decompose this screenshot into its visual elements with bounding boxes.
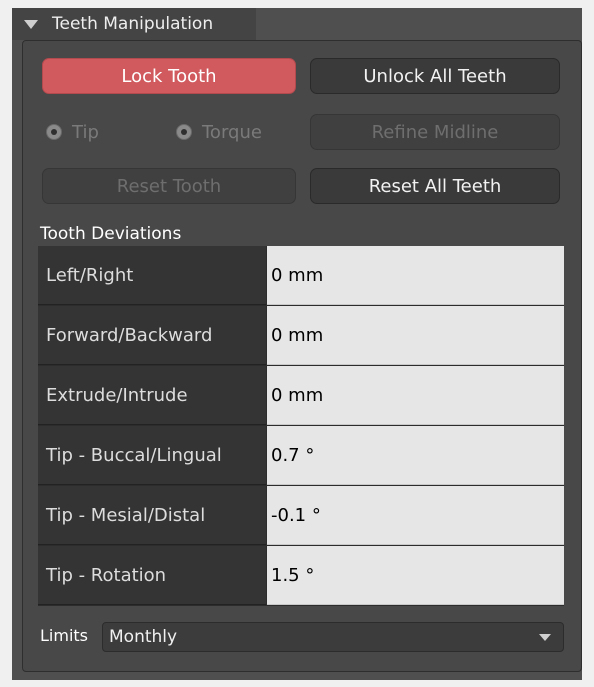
row-value-field[interactable]: 0 mm [267,306,564,365]
row-label: Tip - Rotation [38,546,266,605]
row-value-field[interactable]: 1.5 ° [267,546,564,605]
reset-all-teeth-button[interactable]: Reset All Teeth [310,168,560,204]
table-row: Tip - Mesial/Distal -0.1 ° [38,486,564,545]
row-label: Forward/Backward [38,306,266,365]
table-row: Extrude/Intrude 0 mm [38,366,564,425]
panel-title: Teeth Manipulation [52,14,214,34]
row-label: Tip - Buccal/Lingual [38,426,266,485]
refine-midline-button[interactable]: Refine Midline [310,114,560,150]
reset-tooth-button[interactable]: Reset Tooth [42,168,296,204]
torque-radio-label: Torque [202,121,262,143]
lock-tooth-button[interactable]: Lock Tooth [42,58,296,94]
tooth-deviations-label: Tooth Deviations [40,224,182,244]
unlock-all-teeth-button[interactable]: Unlock All Teeth [310,58,560,94]
row-label: Left/Right [38,246,266,305]
row-value-field[interactable]: 0 mm [267,366,564,425]
tip-radio[interactable]: Tip [46,118,99,146]
table-row: Left/Right 0 mm [38,246,564,305]
table-row: Tip - Rotation 1.5 ° [38,546,564,605]
row-value-field[interactable]: -0.1 ° [267,486,564,545]
tooth-deviations-table: Left/Right 0 mm Forward/Backward 0 mm Ex… [38,246,564,606]
chevron-down-icon[interactable] [539,634,551,641]
table-row: Tip - Buccal/Lingual 0.7 ° [38,426,564,485]
table-row: Forward/Backward 0 mm [38,306,564,365]
collapse-triangle-icon[interactable] [24,19,38,29]
radio-dot-icon [46,124,62,140]
panel-header[interactable]: Teeth Manipulation [12,8,256,40]
tip-radio-label: Tip [72,121,99,143]
row-label: Tip - Mesial/Distal [38,486,266,545]
torque-radio[interactable]: Torque [176,118,262,146]
limits-label: Limits [40,626,88,645]
row-value-field[interactable]: 0.7 ° [267,426,564,485]
limits-selected-value: Monthly [109,627,178,647]
row-label: Extrude/Intrude [38,366,266,425]
limits-dropdown[interactable]: Monthly [102,622,564,652]
radio-dot-icon [176,124,192,140]
row-value-field[interactable]: 0 mm [267,246,564,305]
